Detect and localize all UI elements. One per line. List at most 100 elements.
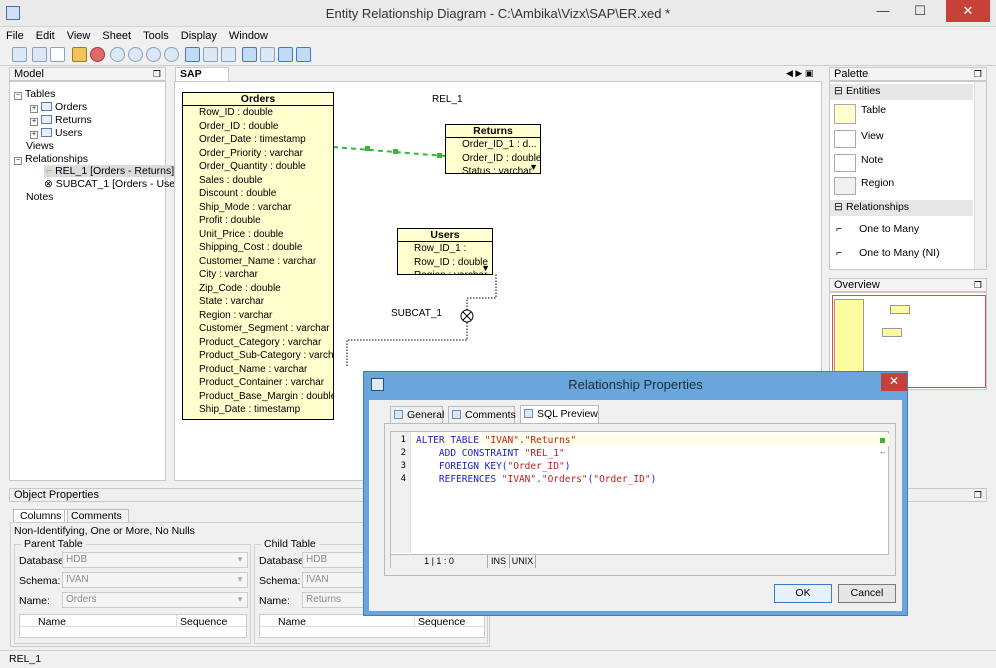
palette-one-to-many[interactable]: ⌐ One to Many — [836, 223, 919, 235]
minimize-button[interactable]: — — [868, 0, 898, 22]
maximize-panel-icon[interactable]: ❐ — [974, 68, 982, 80]
align-icon[interactable] — [221, 47, 236, 62]
close-button[interactable]: ✕ — [946, 0, 990, 22]
rel1-handle[interactable] — [365, 146, 370, 151]
collapse-icon[interactable]: − — [14, 92, 22, 100]
scroll-down-icon[interactable]: ▼ — [529, 162, 538, 172]
column-row[interactable]: Region : varchar — [183, 309, 333, 323]
cancel-button[interactable]: Cancel — [838, 584, 896, 603]
menu-edit[interactable]: Edit — [30, 28, 61, 44]
menu-window[interactable]: Window — [223, 28, 274, 44]
tree-table-users[interactable]: + Users — [30, 127, 82, 139]
error-stripe-marker[interactable] — [880, 438, 885, 443]
column-row[interactable]: Sales : double — [183, 174, 333, 188]
column-row[interactable]: Status : varchar — [446, 165, 540, 173]
view-mode-3-icon[interactable] — [278, 47, 293, 62]
view-mode-4-icon[interactable] — [296, 47, 311, 62]
parent-name-combo[interactable]: Orders ▼ — [62, 592, 248, 608]
zoom-out-icon[interactable] — [146, 47, 161, 62]
subcat-connector[interactable] — [346, 274, 497, 366]
tab-sap-hana[interactable]: SAP HANA — [175, 67, 229, 92]
zoom-fit-icon[interactable] — [164, 47, 179, 62]
tree-table-returns[interactable]: + Returns — [30, 114, 92, 126]
grid-icon[interactable] — [203, 47, 218, 62]
column-row[interactable]: Profit : double — [183, 214, 333, 228]
expand-icon[interactable]: + — [30, 118, 38, 126]
column-row[interactable]: Unit_Price : double — [183, 228, 333, 242]
parent-database-combo[interactable]: HDB ▼ — [62, 552, 248, 568]
column-row[interactable]: Row_ID : double — [183, 106, 333, 120]
parent-col-name-header[interactable]: Name — [38, 616, 66, 628]
child-col-name-header[interactable]: Name — [278, 616, 306, 628]
subcat-label[interactable]: SUBCAT_1 — [391, 308, 442, 319]
column-row[interactable]: Product_Category : varchar — [183, 336, 333, 350]
tree-table-orders[interactable]: + Orders — [30, 101, 87, 113]
child-columns-table[interactable]: Name Sequence — [259, 614, 485, 638]
column-row[interactable]: Customer_Name : varchar — [183, 255, 333, 269]
column-row[interactable]: Product_Sub-Category : varchar — [183, 349, 333, 363]
view-mode-1-icon[interactable] — [242, 47, 257, 62]
collapse-icon[interactable]: − — [14, 157, 22, 165]
parent-schema-combo[interactable]: IVAN ▼ — [62, 572, 248, 588]
expand-icon[interactable]: + — [30, 105, 38, 113]
palette-one-to-many-ni[interactable]: ⌐ One to Many (NI) — [836, 247, 940, 259]
parent-columns-table[interactable]: Name Sequence — [19, 614, 247, 638]
maximize-panel-icon[interactable]: ❐ — [974, 489, 982, 501]
column-row[interactable]: Order_Date : timestamp — [183, 133, 333, 147]
tree-tables[interactable]: − Tables — [14, 88, 55, 100]
column-row[interactable]: Row_ID_1 : — [398, 242, 492, 256]
column-row[interactable]: Zip_Code : double — [183, 282, 333, 296]
stop-icon[interactable] — [90, 47, 105, 62]
tab-columns[interactable]: Columns — [13, 509, 69, 522]
tree-notes[interactable]: Notes — [26, 191, 53, 203]
tab-nav-icons[interactable]: ◀ ▶ ▣ — [786, 68, 813, 79]
maximize-panel-icon[interactable]: ❐ — [974, 279, 982, 291]
tree-rel-1[interactable]: ⌐ REL_1 [Orders - Returns] — [44, 165, 177, 177]
scroll-down-icon[interactable]: ▼ — [481, 263, 490, 273]
zoom-in-2-icon[interactable] — [128, 47, 143, 62]
ok-button[interactable]: OK — [774, 584, 832, 603]
parent-col-seq-header[interactable]: Sequence — [180, 616, 227, 628]
column-row[interactable]: Customer_Segment : varchar — [183, 322, 333, 336]
column-row[interactable]: Order_ID : double — [183, 120, 333, 134]
entity-returns[interactable]: Returns Order_ID_1 : d... Order_ID : doub… — [445, 124, 541, 174]
column-row[interactable]: Product_Name : varchar — [183, 363, 333, 377]
column-row[interactable]: State : varchar — [183, 295, 333, 309]
menu-file[interactable]: File — [0, 28, 30, 44]
column-row[interactable]: Ship_Date : timestamp — [183, 403, 333, 417]
rel1-label[interactable]: REL_1 — [432, 94, 463, 105]
column-row[interactable]: Ship_Mode : varchar — [183, 201, 333, 215]
entity-orders[interactable]: Orders Row_ID : double Order_ID : double O… — [182, 92, 334, 420]
menu-sheet[interactable]: Sheet — [96, 28, 137, 44]
menu-tools[interactable]: Tools — [137, 28, 175, 44]
column-row[interactable]: Region : varchar — [398, 269, 492, 274]
palette-relationships-section[interactable]: ⊟ Relationships — [830, 200, 973, 216]
column-row[interactable]: Row_ID : double — [398, 256, 492, 270]
page-setup-icon[interactable] — [50, 47, 65, 62]
validate-icon[interactable] — [72, 47, 87, 62]
maximize-button[interactable]: ☐ — [905, 0, 935, 22]
tab-dialog-comments[interactable]: Comments — [448, 406, 516, 423]
tab-sql-preview[interactable]: SQL Preview — [520, 405, 599, 423]
column-row[interactable]: Order_ID_1 : d... — [446, 138, 540, 152]
print-icon[interactable] — [32, 47, 47, 62]
palette-entities-section[interactable]: ⊟ Entities — [830, 84, 973, 100]
palette-scrollbar[interactable] — [974, 82, 986, 269]
layout-icon[interactable] — [185, 47, 200, 62]
maximize-panel-icon[interactable]: ❐ — [153, 68, 161, 80]
column-row[interactable]: Product_Container : varchar — [183, 376, 333, 390]
zoom-in-icon[interactable] — [110, 47, 125, 62]
view-mode-2-icon[interactable] — [260, 47, 275, 62]
sql-editor[interactable]: 1 2 3 4 ALTER TABLE "IVAN"."Returns" ADD… — [390, 431, 889, 568]
column-row[interactable]: Order_Quantity : double — [183, 160, 333, 174]
menu-display[interactable]: Display — [175, 28, 223, 44]
column-row[interactable]: Discount : double — [183, 187, 333, 201]
expand-icon[interactable]: + — [30, 131, 38, 139]
child-col-seq-header[interactable]: Sequence — [418, 616, 465, 628]
column-row[interactable]: City : varchar — [183, 268, 333, 282]
tree-views[interactable]: Views — [26, 140, 54, 152]
palette-table[interactable]: Table — [834, 104, 886, 124]
tree-relationships[interactable]: − Relationships — [14, 153, 88, 165]
column-row[interactable]: Shipping_Cost : double — [183, 241, 333, 255]
column-row[interactable]: Order_Priority : varchar — [183, 147, 333, 161]
